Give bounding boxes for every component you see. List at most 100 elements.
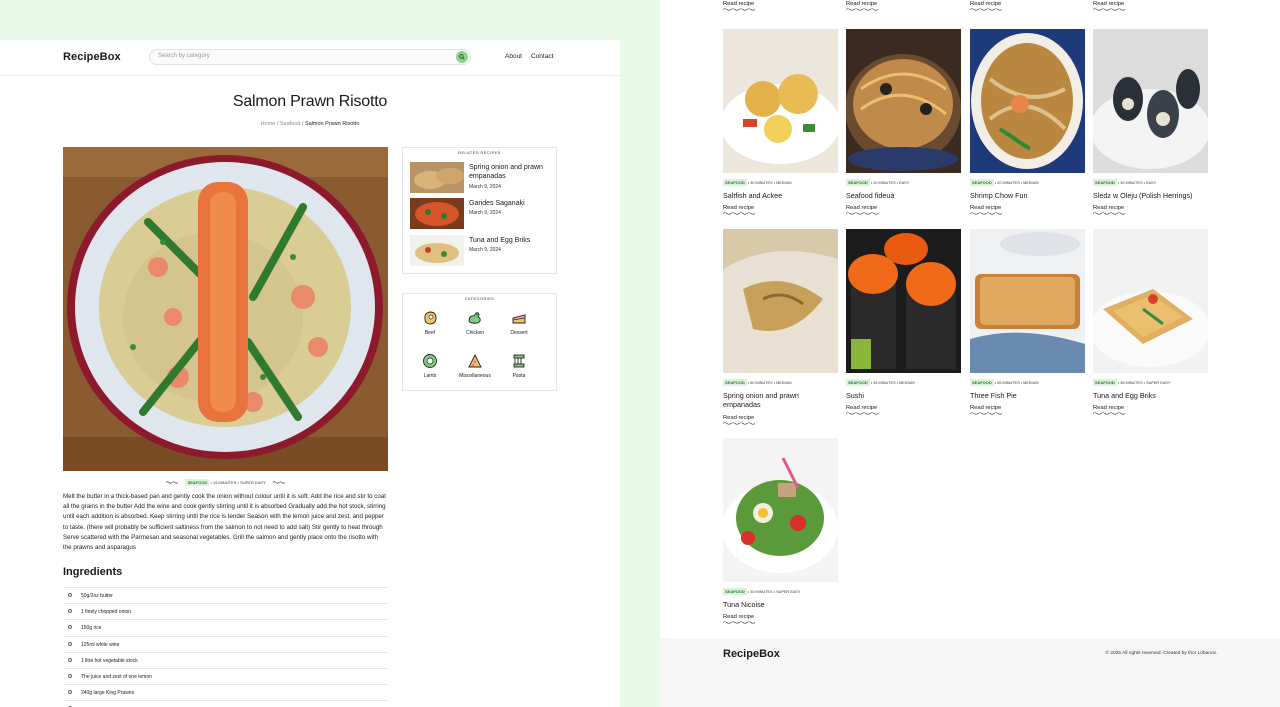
recipe-card-title[interactable]: Tuna and Egg Briks xyxy=(1093,391,1208,400)
category-miscellaneous[interactable]: Miscellaneous xyxy=(450,353,500,379)
read-recipe-link[interactable]: Read recipe xyxy=(846,205,961,215)
recipe-card-title[interactable]: Shrimp Chow Fun xyxy=(970,191,1085,200)
read-recipe-label: Read recipe xyxy=(846,405,878,412)
category-tag[interactable]: SEAFOOD xyxy=(846,179,870,186)
ingredient-item[interactable] xyxy=(63,700,388,707)
read-recipe-link[interactable]: Read recipe xyxy=(723,415,838,425)
recipe-card-image[interactable] xyxy=(1093,229,1208,373)
recipe-card[interactable]: SEAFOOD • 20 MINUTES • MEDIUM Shrimp Cho… xyxy=(970,29,1085,215)
recipe-card-title[interactable]: Sledz w Oleju (Polish Herrings) xyxy=(1093,191,1208,200)
category-tag[interactable]: SEAFOOD xyxy=(723,588,747,595)
checkbox-icon[interactable] xyxy=(68,609,72,614)
recipe-card-title[interactable]: Tuna Nicoise xyxy=(723,600,838,609)
related-recipe-name[interactable]: Spring onion and prawn empanadas xyxy=(469,163,555,181)
read-recipe-link[interactable]: Read recipe xyxy=(970,205,1085,215)
checkbox-icon[interactable] xyxy=(68,593,72,597)
recipe-card[interactable]: SEAFOOD • 45 MINUTES • MEDIUM Sushi Read… xyxy=(846,229,961,415)
recipe-card-image[interactable] xyxy=(723,29,838,173)
category-tag[interactable]: SEAFOOD xyxy=(970,379,994,386)
read-recipe-link[interactable]: Read recipe xyxy=(846,405,961,415)
site-logo[interactable]: RecipeBox xyxy=(63,51,121,63)
recipe-card[interactable]: SEAFOOD • 30 MINUTES • SUPER EASY Tuna N… xyxy=(723,438,838,624)
ingredient-item[interactable]: 1 litre hot vegetable stock xyxy=(63,651,388,668)
read-recipe-link[interactable]: Read recipe xyxy=(1093,205,1208,215)
recipe-card-image[interactable] xyxy=(846,29,961,173)
recipe-card-image[interactable] xyxy=(846,229,961,373)
recipe-card-image[interactable] xyxy=(723,229,838,373)
read-recipe-link[interactable]: Read recipe xyxy=(723,205,838,215)
category-lamb[interactable]: Lamb xyxy=(405,353,455,379)
ingredient-item[interactable]: 125ml white wine xyxy=(63,635,388,652)
recipe-card-title[interactable]: Three Fish Pie xyxy=(970,391,1085,400)
checkbox-icon[interactable] xyxy=(68,673,72,678)
category-tag[interactable]: SEAFOOD xyxy=(185,479,210,486)
ingredient-item[interactable]: 1 finely chopped onion xyxy=(63,603,388,619)
recipe-card[interactable]: SEAFOOD • 20 MINUTES • EASY Seafood fide… xyxy=(846,29,961,215)
ingredient-item[interactable]: 240g large King Prawns xyxy=(63,684,388,700)
read-recipe-link[interactable]: Read recipe xyxy=(723,1,755,11)
read-recipe-link[interactable]: Read recipe xyxy=(970,1,1002,11)
recipe-card[interactable]: SEAFOOD • 55 MINUTES • MEDIUM Three Fish… xyxy=(970,229,1085,415)
recipe-card[interactable]: SEAFOOD • 50 MINUTES • MEDIUM Spring oni… xyxy=(723,229,838,425)
related-recipe-thumbnail[interactable] xyxy=(410,162,464,193)
checkbox-icon[interactable] xyxy=(68,625,72,630)
category-dessert[interactable]: Dessert xyxy=(494,310,544,336)
checkbox-icon[interactable] xyxy=(68,690,72,695)
nav-about[interactable]: About xyxy=(505,53,522,60)
nav-contact[interactable]: Contact xyxy=(531,53,553,60)
read-recipe-link[interactable]: Read recipe xyxy=(723,614,838,624)
related-recipe-name[interactable]: Tuna and Egg Briks xyxy=(469,236,555,245)
ingredient-item[interactable]: 50g/2oz butter xyxy=(63,587,388,603)
category-tag[interactable]: SEAFOOD xyxy=(970,179,994,186)
recipe-card-title[interactable]: Spring onion and prawn empanadas xyxy=(723,391,838,410)
recipe-card-title[interactable]: Seafood fideuà xyxy=(846,191,961,200)
meta-dot: • xyxy=(1117,181,1120,185)
checkbox-icon[interactable] xyxy=(68,657,72,662)
category-beef[interactable]: Beef xyxy=(405,310,455,336)
category-tag[interactable]: SEAFOOD xyxy=(723,179,747,186)
search-bar[interactable]: Search by category xyxy=(149,49,471,65)
category-label: Miscellaneous xyxy=(459,373,491,379)
ingredient-item[interactable]: The juice and zest of one lemon xyxy=(63,667,388,684)
breadcrumb-category[interactable]: Seafood xyxy=(280,121,301,127)
read-recipe-link[interactable]: Read recipe xyxy=(846,1,878,11)
related-recipe-item[interactable]: Tuna and Egg Briks March 9, 2024 xyxy=(410,235,555,267)
related-recipe-name[interactable]: Garides Saganaki xyxy=(469,199,555,208)
recipe-card-image[interactable] xyxy=(970,229,1085,373)
category-label: Chicken xyxy=(465,330,485,336)
category-chicken[interactable]: Chicken xyxy=(450,310,500,336)
recipe-card-image[interactable] xyxy=(970,29,1085,173)
recipe-card-title[interactable]: Sushi xyxy=(846,391,961,400)
ingredient-item[interactable]: 150g rice xyxy=(63,619,388,635)
read-recipe-link[interactable]: Read recipe xyxy=(1093,1,1125,11)
related-recipe-thumbnail[interactable] xyxy=(410,198,464,229)
recipe-card-title[interactable]: Saltfish and Ackee xyxy=(723,191,838,200)
related-recipe-thumbnail[interactable] xyxy=(410,235,464,266)
search-button[interactable] xyxy=(456,51,468,63)
related-recipe-item[interactable]: Spring onion and prawn empanadas March 9… xyxy=(410,162,555,194)
checkbox-icon[interactable] xyxy=(68,641,72,646)
recipe-card[interactable]: SEAFOOD • 35 MINUTES • SUPER EASY Tuna a… xyxy=(1093,229,1208,415)
ingredients-heading: Ingredients xyxy=(63,566,123,578)
ingredient-text: 240g large King Prawns xyxy=(81,690,135,697)
footer-logo[interactable]: RecipeBox xyxy=(723,648,780,660)
search-input[interactable]: Search by category xyxy=(158,53,210,59)
read-recipe-link[interactable]: Read recipe xyxy=(970,405,1085,415)
recipe-card-image[interactable] xyxy=(723,438,838,582)
category-pasta[interactable]: Pasta xyxy=(494,353,544,379)
lamb-icon xyxy=(423,354,437,368)
read-recipe-link[interactable]: Read recipe xyxy=(1093,405,1208,415)
wavy-underline xyxy=(723,621,755,624)
category-tag[interactable]: SEAFOOD xyxy=(1093,379,1117,386)
recipe-card[interactable]: SEAFOOD • 30 MINUTES • EASY Sledz w Olej… xyxy=(1093,29,1208,215)
category-tag[interactable]: SEAFOOD xyxy=(846,379,870,386)
related-recipe-date: March 9, 2024 xyxy=(469,210,501,216)
related-recipe-item[interactable]: Garides Saganaki March 9, 2024 xyxy=(410,198,555,230)
meta-dot: • xyxy=(773,590,776,594)
recipe-card[interactable]: SEAFOOD • 30 MINUTES • MEDIUM Saltfish a… xyxy=(723,29,838,215)
meta-dot: • xyxy=(773,181,776,185)
breadcrumb-home[interactable]: Home xyxy=(261,121,276,127)
recipe-card-image[interactable] xyxy=(1093,29,1208,173)
category-tag[interactable]: SEAFOOD xyxy=(1093,179,1117,186)
category-tag[interactable]: SEAFOOD xyxy=(723,379,747,386)
